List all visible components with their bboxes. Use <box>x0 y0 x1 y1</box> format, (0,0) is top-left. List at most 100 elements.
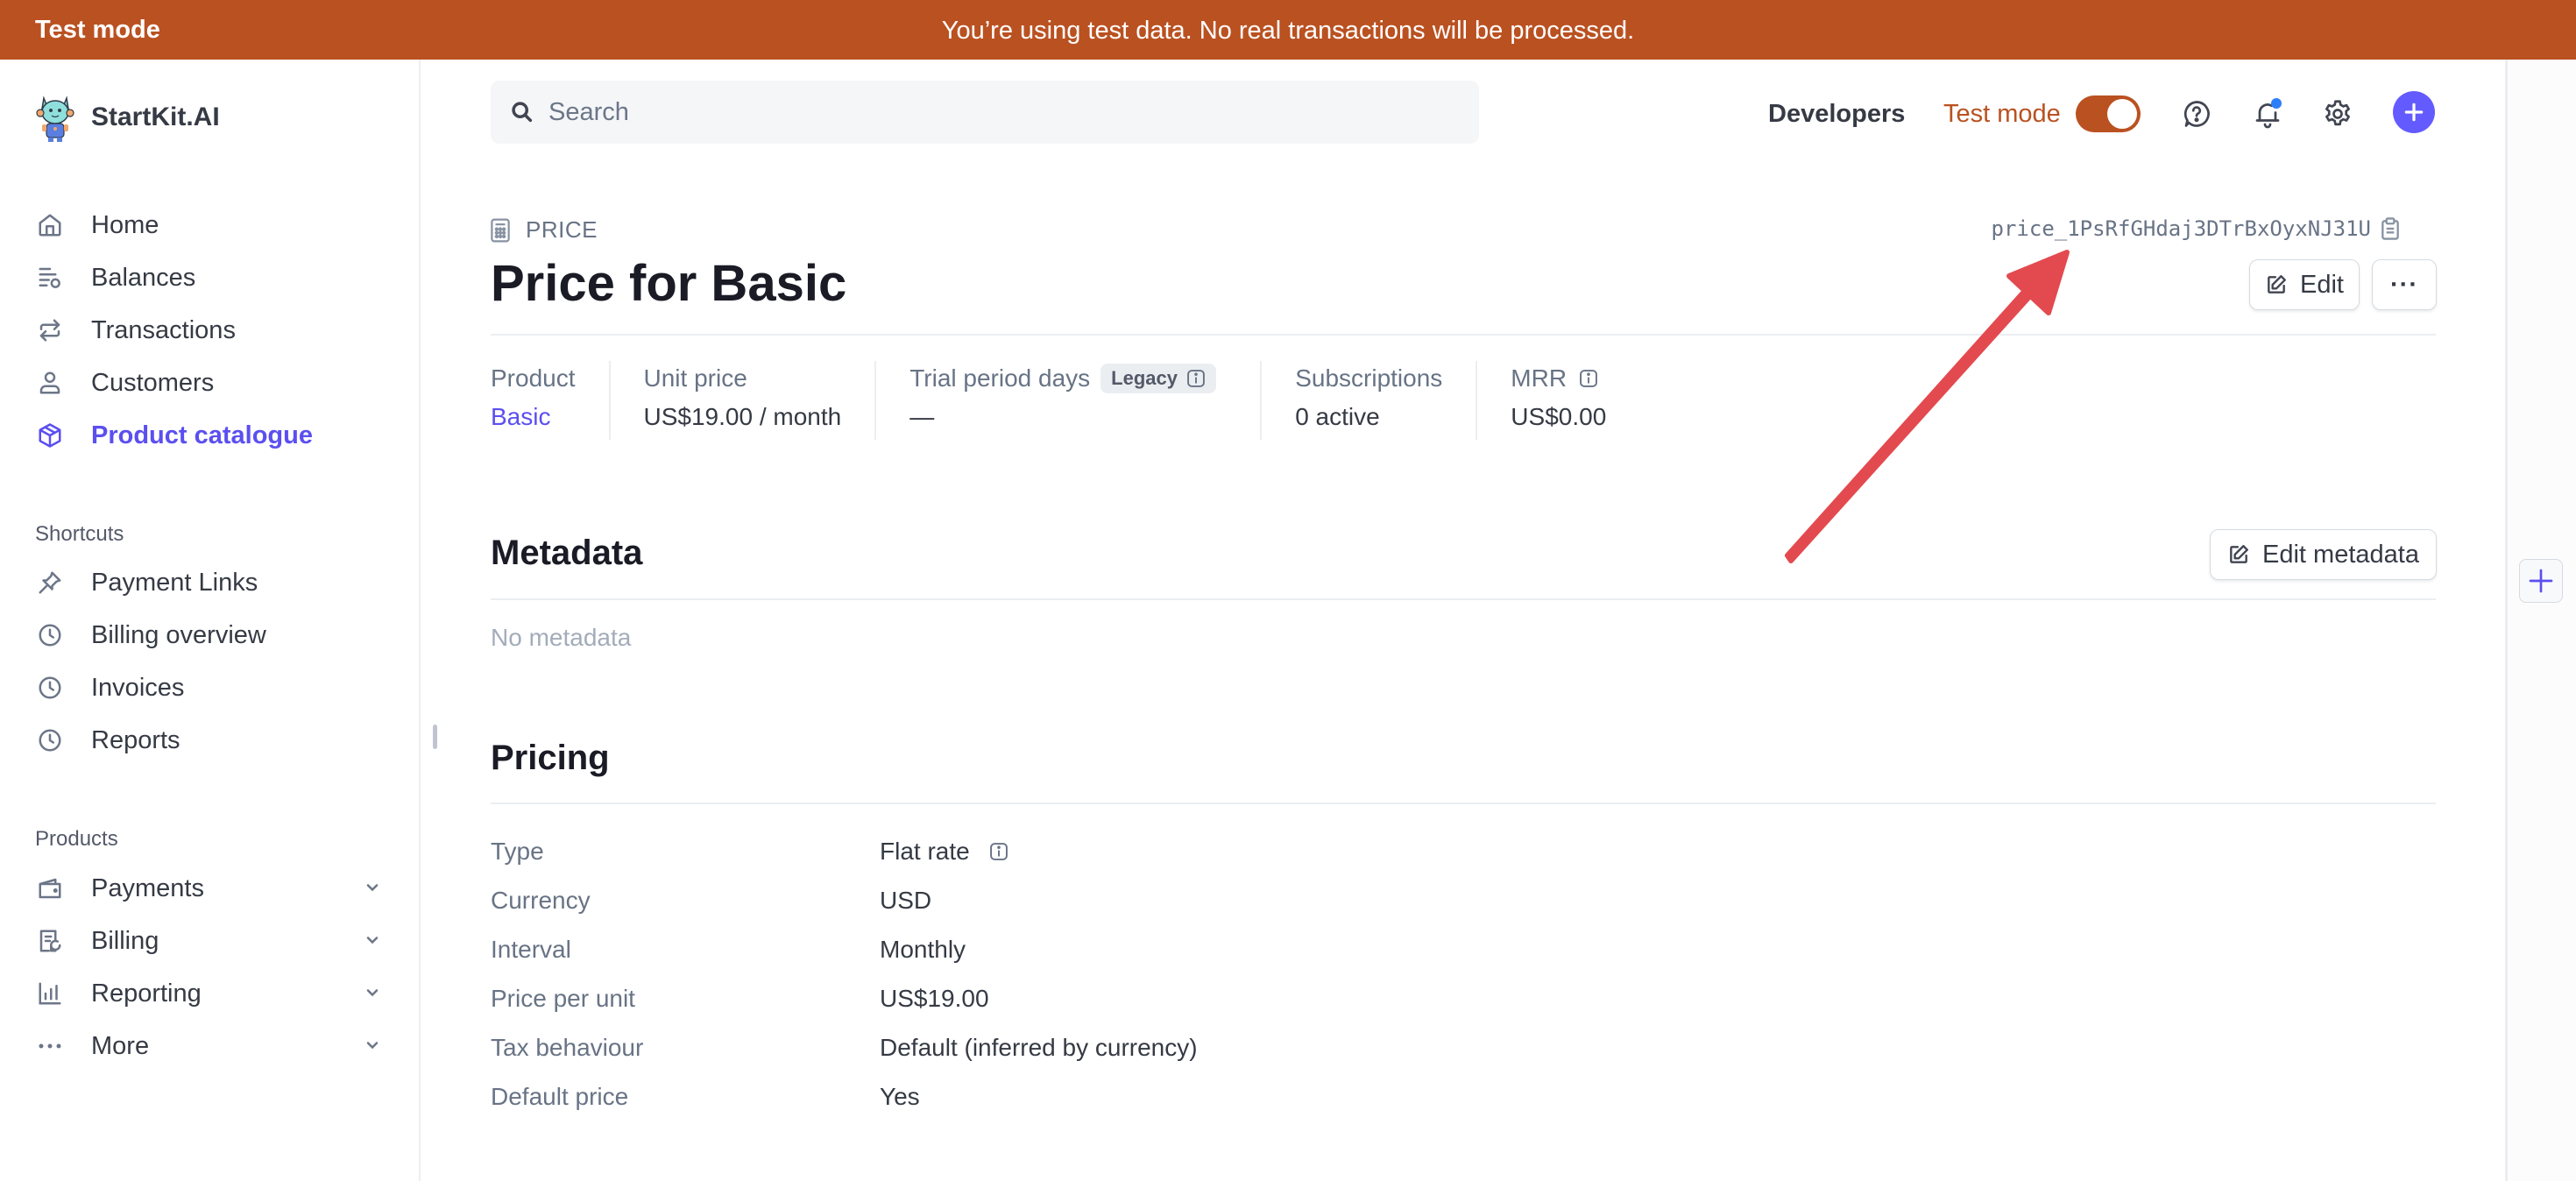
sidebar-item-label: Invoices <box>91 673 185 702</box>
summary-value: US$19.00 / month <box>643 403 842 430</box>
pricing-value: Default (inferred by currency) <box>880 1034 1198 1061</box>
sidebar-item-payments[interactable]: Payments <box>35 864 386 913</box>
summary-value: — <box>909 403 935 430</box>
sidebar-item-transactions[interactable]: Transactions <box>35 306 386 355</box>
clock-icon <box>35 620 65 650</box>
pricing-key: Tax behaviour <box>491 1034 644 1061</box>
brand-name: StartKit.AI <box>91 103 220 131</box>
sidebar-item-label: Balances <box>91 263 196 292</box>
right-panel-divider <box>2505 60 2508 1181</box>
test-mode-banner-message: You’re using test data. No real transact… <box>941 17 1635 45</box>
summary-product: Product Basic <box>491 361 609 440</box>
summary-label: Trial period days Legacy <box>909 361 1227 396</box>
sidebar-item-invoices[interactable]: Invoices <box>35 663 386 712</box>
pricing-key: Price per unit <box>491 985 635 1012</box>
pricing-row-tax-behaviour: Tax behaviour Default (inferred by curre… <box>491 1030 1198 1065</box>
add-app-button[interactable] <box>2519 559 2563 603</box>
info-icon[interactable] <box>989 842 1008 861</box>
header-divider <box>491 334 2436 336</box>
pricing-row-currency: Currency USD <box>491 883 931 918</box>
search-bar[interactable] <box>491 81 1479 144</box>
chevron-down-icon[interactable] <box>359 1032 386 1058</box>
sidebar-item-reporting[interactable]: Reporting <box>35 969 386 1018</box>
sidebar-item-label: Customers <box>91 368 215 397</box>
transactions-icon <box>35 315 65 345</box>
object-type-text: PRICE <box>526 216 598 243</box>
arrow-head <box>2006 250 2070 315</box>
price-id: price_1PsRfGHdaj3DTrBxOyxNJ31U <box>1992 216 2401 241</box>
chevron-down-icon[interactable] <box>359 874 386 901</box>
sidebar-item-balances[interactable]: Balances <box>35 253 386 302</box>
sidebar-item-more[interactable]: More <box>35 1022 386 1071</box>
shortcuts-section-label: Shortcuts <box>35 522 124 546</box>
pricing-key: Default price <box>491 1083 629 1110</box>
search-input[interactable] <box>548 97 1425 127</box>
pricing-row-interval: Interval Monthly <box>491 932 966 967</box>
pricing-value: USD <box>880 887 932 914</box>
sidebar-item-label: Product catalogue <box>91 421 313 449</box>
robot-cat-mascot-icon <box>36 95 74 142</box>
sidebar: StartKit.AI Home Balances Transactions C… <box>0 60 421 1181</box>
sidebar-item-label: Reporting <box>91 979 202 1008</box>
pricing-divider <box>491 803 2436 804</box>
legacy-badge[interactable]: Legacy <box>1100 364 1216 393</box>
summary-label: Unit price <box>643 364 747 392</box>
summary-value: 0 active <box>1295 403 1380 430</box>
pricing-value: US$19.00 <box>880 985 989 1012</box>
clock-icon <box>35 725 65 755</box>
test-mode-toggle[interactable] <box>2076 95 2141 132</box>
sidebar-item-label: Billing <box>91 926 159 955</box>
sidebar-item-home[interactable]: Home <box>35 201 386 250</box>
sidebar-item-billing[interactable]: Billing <box>35 916 386 965</box>
metadata-empty-text: No metadata <box>491 624 632 651</box>
sidebar-item-label: Transactions <box>91 315 236 344</box>
sidebar-item-label: Reports <box>91 725 180 754</box>
product-link[interactable]: Basic <box>491 403 576 438</box>
sidebar-item-billing-overview[interactable]: Billing overview <box>35 611 386 660</box>
pricing-value: Monthly <box>880 936 966 963</box>
settings-gear-icon[interactable] <box>2320 96 2355 131</box>
sidebar-item-label: Payment Links <box>91 568 258 597</box>
price-id-text[interactable]: price_1PsRfGHdaj3DTrBxOyxNJ31U <box>1992 216 2371 241</box>
notification-bell-icon[interactable] <box>2250 96 2285 131</box>
help-icon[interactable] <box>2179 96 2214 131</box>
sidebar-item-label: Billing overview <box>91 620 266 649</box>
sidebar-item-product-catalogue[interactable]: Product catalogue <box>35 411 386 460</box>
sidebar-item-customers[interactable]: Customers <box>35 358 386 407</box>
edit-button[interactable]: Edit <box>2249 259 2360 310</box>
pricing-key: Currency <box>491 887 591 914</box>
more-actions-button[interactable]: ··· <box>2372 259 2437 310</box>
summary-trial-period: Trial period days Legacy — <box>874 361 1260 440</box>
billing-icon <box>35 926 65 956</box>
balances-icon <box>35 263 65 293</box>
summary-label: Product <box>491 364 576 392</box>
toggle-knob <box>2107 99 2137 129</box>
box-icon <box>35 421 65 450</box>
account-switcher[interactable]: StartKit.AI <box>33 91 220 144</box>
sidebar-item-label: More <box>91 1031 150 1060</box>
summary-subscriptions: Subscriptions 0 active <box>1260 361 1476 440</box>
edit-metadata-button[interactable]: Edit metadata <box>2210 529 2437 580</box>
chevron-down-icon[interactable] <box>359 927 386 953</box>
search-icon <box>512 102 533 123</box>
mrr-label: MRR <box>1511 364 1568 392</box>
bar-chart-icon <box>35 979 65 1008</box>
notification-dot <box>2271 98 2282 109</box>
copy-clipboard-icon[interactable] <box>2380 217 2401 240</box>
trial-period-label: Trial period days <box>909 364 1091 392</box>
object-type-label: PRICE <box>491 216 598 244</box>
customer-icon <box>35 368 65 398</box>
sidebar-resize-handle[interactable] <box>433 725 437 749</box>
info-icon[interactable] <box>1579 369 1598 388</box>
sidebar-item-payment-links[interactable]: Payment Links <box>35 558 386 607</box>
sidebar-item-reports[interactable]: Reports <box>35 716 386 765</box>
calculator-icon <box>491 218 510 242</box>
developers-link[interactable]: Developers <box>1768 88 1905 140</box>
create-plus-button[interactable] <box>2393 91 2435 133</box>
pricing-value: Flat rate <box>880 838 1008 866</box>
pin-icon <box>35 568 65 598</box>
chevron-down-icon[interactable] <box>359 979 386 1006</box>
pricing-row-default-price: Default price Yes <box>491 1079 920 1114</box>
sidebar-item-label: Home <box>91 210 159 239</box>
legacy-badge-text: Legacy <box>1111 367 1178 389</box>
